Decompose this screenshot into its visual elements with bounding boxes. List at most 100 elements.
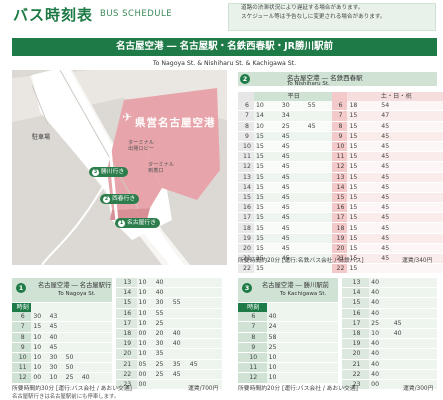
minute-cell: 40 (369, 369, 392, 380)
minute-cell: 00 (369, 379, 392, 391)
minute-cell: 45 (279, 243, 306, 255)
table-row: 11 10 30 50 (12, 362, 112, 374)
page-title: バス時刻表 (13, 6, 94, 24)
minute-cell: 25 (369, 318, 392, 329)
table-row: 11 15 45 11 15 45 (238, 151, 443, 163)
stop-number: 2 (103, 196, 110, 203)
minute-cell: 40 (153, 287, 171, 299)
minute-cell: 15 (253, 243, 280, 255)
stop-label: 勝川行き (101, 169, 125, 175)
minute-cell (305, 243, 332, 255)
minute-cell (95, 321, 112, 333)
hour-cell: 12 (331, 161, 348, 173)
airport-name: 県営名古屋空港 (135, 117, 216, 129)
minute-cell: 00 (31, 372, 48, 384)
minute-cell (95, 352, 112, 364)
route-subtitle: To Nagoya St. & Nishiharu St. & Kachigaw… (152, 60, 297, 67)
minute-cell (204, 308, 222, 319)
hour-cell: 19 (116, 338, 137, 350)
hour-cell: 22 (331, 263, 348, 275)
table-row: 19 10 30 40 (116, 338, 222, 350)
minute-cell (95, 332, 112, 343)
minute-cell: 00 (136, 328, 154, 340)
minute-cell: 40 (369, 338, 392, 350)
hour-cell: 15 (116, 297, 137, 309)
minute-cell (411, 110, 443, 122)
terminal-3f-label: ターミナル 出発ロビー (128, 140, 154, 152)
minute-cell: 10 (253, 121, 280, 132)
parking-label: 駐車場 (32, 134, 51, 141)
minute-cell (290, 352, 315, 364)
minute-cell: 45 (279, 182, 306, 193)
minute-cell (414, 359, 437, 370)
minute-cell: 45 (279, 212, 306, 224)
minute-cell: 45 (379, 212, 412, 224)
kachigawa-fare: 運賃/300円 (403, 386, 434, 392)
stop-number: 3 (92, 169, 99, 176)
hour-cell: 13 (116, 278, 137, 289)
table-row: 9 25 (238, 342, 338, 353)
nishiharu-table: 平日 土・日・祝 6 10 30 55 6 18 54 7 14 34 7 15 47 8 10 25 45 8 15 4… (238, 92, 443, 275)
minute-cell: 20 (153, 328, 171, 340)
minute-cell (95, 312, 112, 323)
minute-cell: 15 (347, 121, 380, 132)
table-row: 12 15 45 12 15 45 (238, 161, 443, 173)
minute-cell (204, 369, 222, 380)
minute-cell: 10 (136, 338, 154, 350)
table-row: 13 40 (342, 278, 437, 289)
minute-cell: 24 (266, 321, 291, 333)
minute-cell: 54 (379, 101, 412, 112)
minute-cell (314, 372, 338, 384)
minute-cell (411, 141, 443, 153)
table-row: 10 15 45 10 15 45 (238, 141, 443, 153)
minute-cell: 45 (379, 131, 412, 142)
hour-header-blank (238, 92, 254, 102)
table-row: 17 15 45 17 15 45 (238, 212, 443, 224)
map-stop-2: 2 西春行き (100, 194, 140, 204)
hour-cell: 22 (116, 369, 137, 380)
minute-cell: 10 (47, 372, 64, 384)
hour-cell: 9 (12, 342, 32, 353)
minute-cell (204, 338, 222, 350)
table-row: 13 15 45 13 15 45 (238, 172, 443, 183)
minute-cell: 10 (136, 348, 154, 360)
minute-cell (187, 318, 205, 329)
header: バス時刻表 BUS SCHEDULE 道路の渋滞状況により遅延する場合があります… (0, 0, 443, 34)
hour-cell: 7 (238, 321, 267, 333)
table-row: 20 15 45 20 15 45 (238, 243, 443, 255)
minute-cell (305, 161, 332, 173)
hour-cell: 11 (238, 151, 254, 163)
minute-cell (414, 328, 437, 340)
minute-cell (411, 233, 443, 244)
header-blank (63, 303, 80, 313)
minute-cell: 15 (347, 151, 380, 163)
minute-cell: 40 (170, 328, 188, 340)
minute-cell (305, 233, 332, 244)
table-row: 13 10 40 (116, 278, 222, 289)
minute-cell (187, 328, 205, 340)
minute-cell: 45 (305, 121, 332, 132)
hour-cell: 17 (342, 318, 370, 329)
table-row: 19 40 (342, 338, 437, 350)
hour-cell: 14 (342, 287, 370, 299)
minute-cell (290, 332, 315, 343)
minute-cell (411, 121, 443, 132)
hour-cell: 18 (116, 328, 137, 340)
page-subtitle: BUS SCHEDULE (100, 9, 173, 19)
kachigawa-subtitle: To Kachigawa St. (280, 291, 327, 297)
table-row: 19 15 45 19 15 45 (238, 233, 443, 244)
table-header-row: 時刻 (238, 303, 338, 313)
minute-cell (79, 321, 96, 333)
minute-cell: 10 (136, 287, 154, 299)
minute-cell (187, 278, 205, 289)
minute-cell (79, 352, 96, 364)
minute-cell: 15 (347, 233, 380, 244)
kachigawa-right-table: 13 40 14 40 15 40 16 40 17 25 45 18 10 40 19 40 20 40 21 40… (342, 278, 437, 391)
minute-cell: 15 (347, 141, 380, 153)
minute-cell (414, 318, 437, 329)
hour-cell: 19 (342, 338, 370, 350)
minute-cell: 40 (369, 287, 392, 299)
hour-cell: 9 (238, 342, 267, 353)
minute-cell: 25 (153, 318, 171, 329)
minute-cell: 15 (347, 243, 380, 255)
